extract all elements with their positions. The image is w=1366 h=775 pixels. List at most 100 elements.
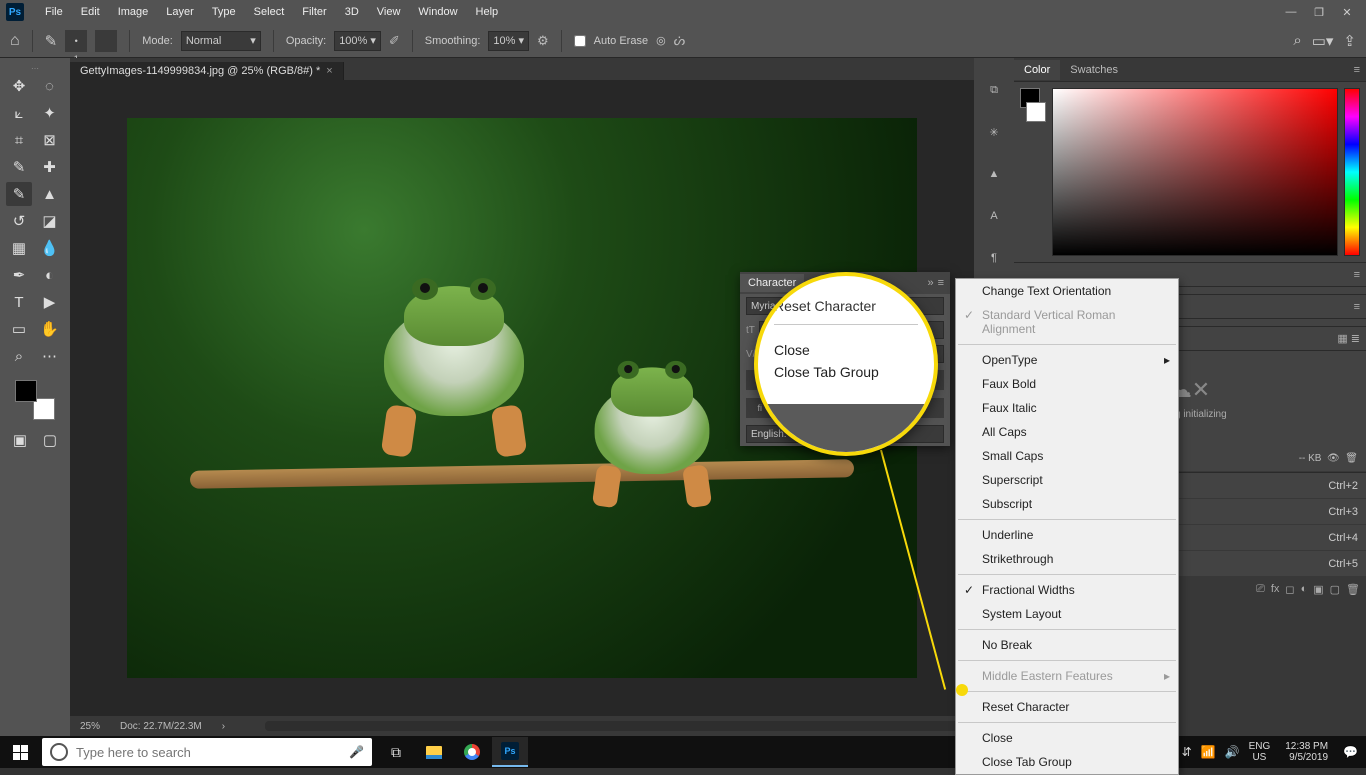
color-field[interactable] [1052, 88, 1338, 256]
new-layer-icon[interactable]: ▢ [1330, 583, 1340, 596]
task-view-icon[interactable]: ⧉ [378, 737, 414, 767]
menu-item-change-text-orientation[interactable]: Change Text Orientation [956, 279, 1178, 303]
workspace-switcher-icon[interactable]: ▭▾ [1312, 32, 1334, 50]
foreground-background-colors[interactable] [15, 380, 55, 420]
minimize-icon[interactable]: — [1284, 5, 1298, 19]
tab-color[interactable]: Color [1014, 60, 1060, 80]
histogram-panel-icon[interactable]: ▲ [982, 162, 1006, 186]
marquee-tool[interactable]: ◌ [37, 74, 63, 98]
panel-view-icons[interactable]: ▦ ≣ [1331, 332, 1366, 345]
input-locale[interactable]: US [1249, 752, 1271, 763]
menu-item-close-tab-group[interactable]: Close Tab Group [956, 750, 1178, 774]
volume-icon[interactable]: 🔊 [1225, 745, 1240, 759]
start-button[interactable] [0, 745, 40, 760]
frame-tool[interactable]: ⊠ [37, 128, 63, 152]
quick-select-tool[interactable]: ✦ [37, 101, 63, 125]
background-swatch[interactable] [1026, 102, 1046, 122]
network-icon[interactable]: ⇵ [1182, 745, 1192, 759]
photoshop-taskbar-icon[interactable]: Ps [492, 737, 528, 767]
type-tool[interactable]: T [6, 290, 32, 314]
menu-type[interactable]: Type [203, 6, 245, 18]
expand-icon[interactable]: » [927, 277, 933, 289]
brush-settings-icon[interactable] [95, 30, 117, 52]
styles-panel-icon[interactable]: ✳ [982, 120, 1006, 144]
action-center-icon[interactable]: 💬 [1343, 745, 1358, 759]
menu-item-subscript[interactable]: Subscript [956, 492, 1178, 516]
pressure-opacity-icon[interactable]: ✐ [389, 33, 400, 49]
zoom-indicator[interactable]: 25% [80, 721, 100, 732]
pen-tool[interactable]: ✒ [6, 263, 32, 287]
zoom-tool[interactable]: ⌕ [6, 344, 32, 368]
menu-item-all-caps[interactable]: All Caps [956, 420, 1178, 444]
menu-item-superscript[interactable]: Superscript [956, 468, 1178, 492]
hue-slider[interactable] [1344, 88, 1360, 256]
path-select-tool[interactable]: ▶ [37, 290, 63, 314]
search-icon[interactable]: ⌕ [1293, 32, 1301, 50]
rectangle-tool[interactable]: ▭ [6, 317, 32, 341]
blur-tool[interactable]: 💧 [37, 236, 63, 260]
panel-menu-icon[interactable]: ≡ [1348, 301, 1366, 313]
menu-item-faux-bold[interactable]: Faux Bold [956, 372, 1178, 396]
menu-item-no-break[interactable]: No Break [956, 633, 1178, 657]
menu-layer[interactable]: Layer [157, 6, 203, 18]
tab-swatches[interactable]: Swatches [1060, 60, 1128, 80]
brush-preview[interactable]: •1 [65, 30, 87, 52]
wifi-icon[interactable]: 📶 [1201, 745, 1216, 759]
clone-stamp-tool[interactable]: ▲ [37, 182, 63, 206]
menu-filter[interactable]: Filter [293, 6, 335, 18]
chrome-icon[interactable] [454, 737, 490, 767]
hand-tool[interactable]: ✋ [37, 317, 63, 341]
close-tab-icon[interactable]: × [326, 65, 332, 77]
layer-mask-icon[interactable]: ◻ [1285, 583, 1294, 596]
panel-menu-icon[interactable]: ≡ [1348, 64, 1366, 76]
taskbar-search[interactable]: 🎤 [42, 738, 372, 766]
group-icon[interactable]: ▣ [1313, 583, 1323, 596]
menu-item-close[interactable]: Close [956, 726, 1178, 750]
search-input[interactable] [76, 745, 341, 760]
opacity-input[interactable]: 100%▾ [334, 31, 381, 51]
clock[interactable]: 12:38 PM 9/5/2019 [1279, 741, 1334, 763]
menu-item-small-caps[interactable]: Small Caps [956, 444, 1178, 468]
horizontal-scrollbar[interactable] [265, 721, 964, 731]
menu-item-opentype[interactable]: OpenType▸ [956, 348, 1178, 372]
menu-item-reset-character[interactable]: Reset Character [956, 695, 1178, 719]
menu-image[interactable]: Image [109, 6, 158, 18]
pencil-tool[interactable]: ✎ [6, 182, 32, 206]
smoothing-input[interactable]: 10%▾ [488, 31, 529, 51]
symmetry-icon[interactable]: ᔖ [674, 33, 686, 49]
menu-file[interactable]: File [36, 6, 72, 18]
doc-info-chevron-icon[interactable]: › [222, 721, 225, 732]
menu-help[interactable]: Help [467, 6, 508, 18]
pencil-tool-icon[interactable]: ✎ [45, 32, 58, 50]
doc-info[interactable]: Doc: 22.7M/22.3M [120, 721, 202, 732]
dodge-tool[interactable]: ◐ [37, 263, 63, 287]
eraser-tool[interactable]: ◪ [37, 209, 63, 233]
link-layers-icon[interactable]: ⎚ [1256, 583, 1265, 596]
edit-toolbar[interactable]: ⋯ [37, 344, 63, 368]
mode-select[interactable]: Normal▾ [181, 31, 261, 51]
menu-select[interactable]: Select [245, 6, 294, 18]
menu-item-fractional-widths[interactable]: ✓Fractional Widths [956, 578, 1178, 602]
layer-style-icon[interactable]: fx [1271, 583, 1280, 595]
eyedropper-tool[interactable]: ✎ [6, 155, 32, 179]
menu-edit[interactable]: Edit [72, 6, 109, 18]
share-icon[interactable]: ⇪ [1343, 32, 1356, 50]
menu-item-system-layout[interactable]: System Layout [956, 602, 1178, 626]
move-tool[interactable]: ✥ [6, 74, 32, 98]
input-lang[interactable]: ENG [1249, 741, 1271, 752]
lasso-tool[interactable]: ⟀ [6, 101, 32, 125]
home-icon[interactable]: ⌂ [10, 32, 20, 50]
history-panel-icon[interactable]: ⧉ [982, 78, 1006, 102]
pressure-size-icon[interactable]: ◎ [656, 34, 666, 47]
menu-view[interactable]: View [368, 6, 410, 18]
document-tab[interactable]: GettyImages-1149999834.jpg @ 25% (RGB/8#… [70, 62, 344, 80]
quick-mask-icon[interactable]: ▣ [7, 428, 33, 452]
menu-item-faux-italic[interactable]: Faux Italic [956, 396, 1178, 420]
gradient-tool[interactable]: ▦ [6, 236, 32, 260]
delete-layer-icon[interactable]: 🗑 [1346, 583, 1360, 596]
close-icon[interactable]: ✕ [1340, 5, 1354, 19]
panel-menu-icon[interactable]: ≡ [938, 277, 944, 289]
character-panel-icon[interactable]: A [982, 204, 1006, 228]
menu-3d[interactable]: 3D [336, 6, 368, 18]
restore-icon[interactable]: ❐ [1312, 5, 1326, 19]
